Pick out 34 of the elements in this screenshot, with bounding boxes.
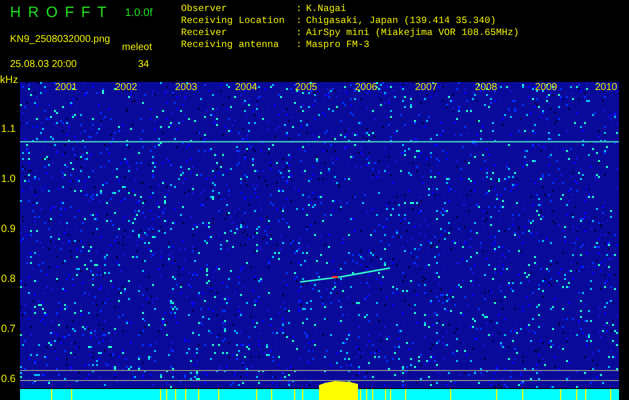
info-label: Receiving antenna — [181, 39, 280, 51]
axis-unit: kHz — [0, 75, 18, 86]
info-separator: : — [296, 27, 303, 39]
time-label: 2007 — [415, 82, 438, 93]
detection-label: meleot — [122, 41, 154, 54]
time-label: 2002 — [115, 82, 138, 93]
axis-label: 0.8 — [1, 274, 16, 285]
info-label: Receiving Location — [181, 15, 286, 27]
info-value: K.Nagai — [306, 3, 346, 15]
info-separator: : — [296, 15, 303, 27]
version-label: 1.0.0f — [124, 6, 154, 21]
time-label: 2010 — [595, 82, 618, 93]
file-name: KN9_2508032000.png — [10, 32, 112, 47]
info-label: Observer — [181, 3, 228, 15]
axis-label: 0.7 — [1, 324, 16, 335]
detection-count: 34 — [137, 58, 150, 72]
axis-label: 0.9 — [1, 224, 16, 235]
time-label: 2003 — [175, 82, 198, 93]
time-label: 2005 — [295, 82, 318, 93]
info-separator: : — [296, 39, 303, 51]
time-label: 2001 — [55, 82, 78, 93]
info-value: Maspro FM-3 — [306, 39, 370, 51]
time-label: 2009 — [535, 82, 558, 93]
info-value: Chigasaki, Japan (139.414 35.340) — [306, 15, 496, 27]
axis-label: 1.1 — [1, 124, 16, 135]
time-label: 2004 — [235, 82, 258, 93]
info-value: AirSpy mini (Miakejima VOR 108.65MHz) — [306, 27, 520, 39]
info-separator: : — [296, 3, 303, 15]
time-label: 2008 — [475, 82, 498, 93]
axis-label: 1.0 — [1, 174, 16, 185]
time-label: 2006 — [355, 82, 378, 93]
info-label: Receiver — [181, 27, 228, 39]
app-title: H R O F F T — [10, 4, 108, 23]
axis-label: 0.6 — [1, 374, 16, 385]
